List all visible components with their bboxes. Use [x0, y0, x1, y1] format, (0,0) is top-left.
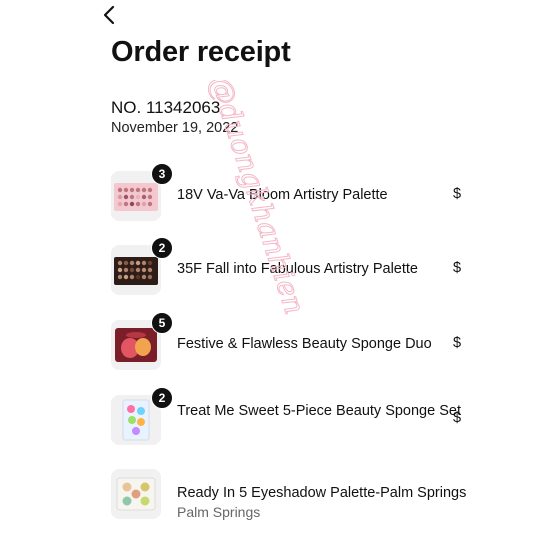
product-image [111, 469, 161, 519]
item-price: $ [453, 410, 462, 426]
quantity-badge: 2 [151, 237, 173, 259]
page-title: Order receipt [111, 36, 291, 68]
quantity-badge: 3 [151, 163, 173, 185]
item-price: $ [453, 335, 462, 351]
item-name: 18V Va-Va Bloom Artistry Palette [177, 187, 388, 203]
item-name: Ready In 5 Eyeshadow Palette-Palm Spring… [177, 485, 467, 501]
item-name: Festive & Flawless Beauty Sponge Duo [177, 336, 432, 352]
list-item[interactable]: 2 35F Fall into Fabulous Artistry Palett… [111, 237, 471, 297]
item-variant: Palm Springs [177, 504, 261, 520]
list-item[interactable]: 5 Festive & Flawless Beauty Sponge Duo $ [111, 312, 471, 372]
item-name: Treat Me Sweet 5-Piece Beauty Sponge Set [177, 403, 461, 419]
back-button[interactable] [98, 3, 122, 27]
item-price: $ [453, 260, 462, 276]
chevron-left-icon [103, 5, 115, 25]
item-price: $ [453, 186, 462, 202]
list-item[interactable]: 3 18V Va-Va Bloom Artistry Palette $ [111, 163, 471, 223]
item-name: 35F Fall into Fabulous Artistry Palette [177, 261, 418, 277]
order-date: November 19, 2022 [111, 120, 239, 136]
order-number: NO. 11342063 [111, 98, 221, 117]
list-item[interactable]: Ready In 5 Eyeshadow Palette-Palm Spring… [111, 469, 471, 521]
quantity-badge: 2 [151, 387, 173, 409]
quantity-badge: 5 [151, 312, 173, 334]
list-item[interactable]: 2 Treat Me Sweet 5-Piece Beauty Sponge S… [111, 387, 471, 447]
watermark: @duongkhanhien [203, 80, 312, 319]
